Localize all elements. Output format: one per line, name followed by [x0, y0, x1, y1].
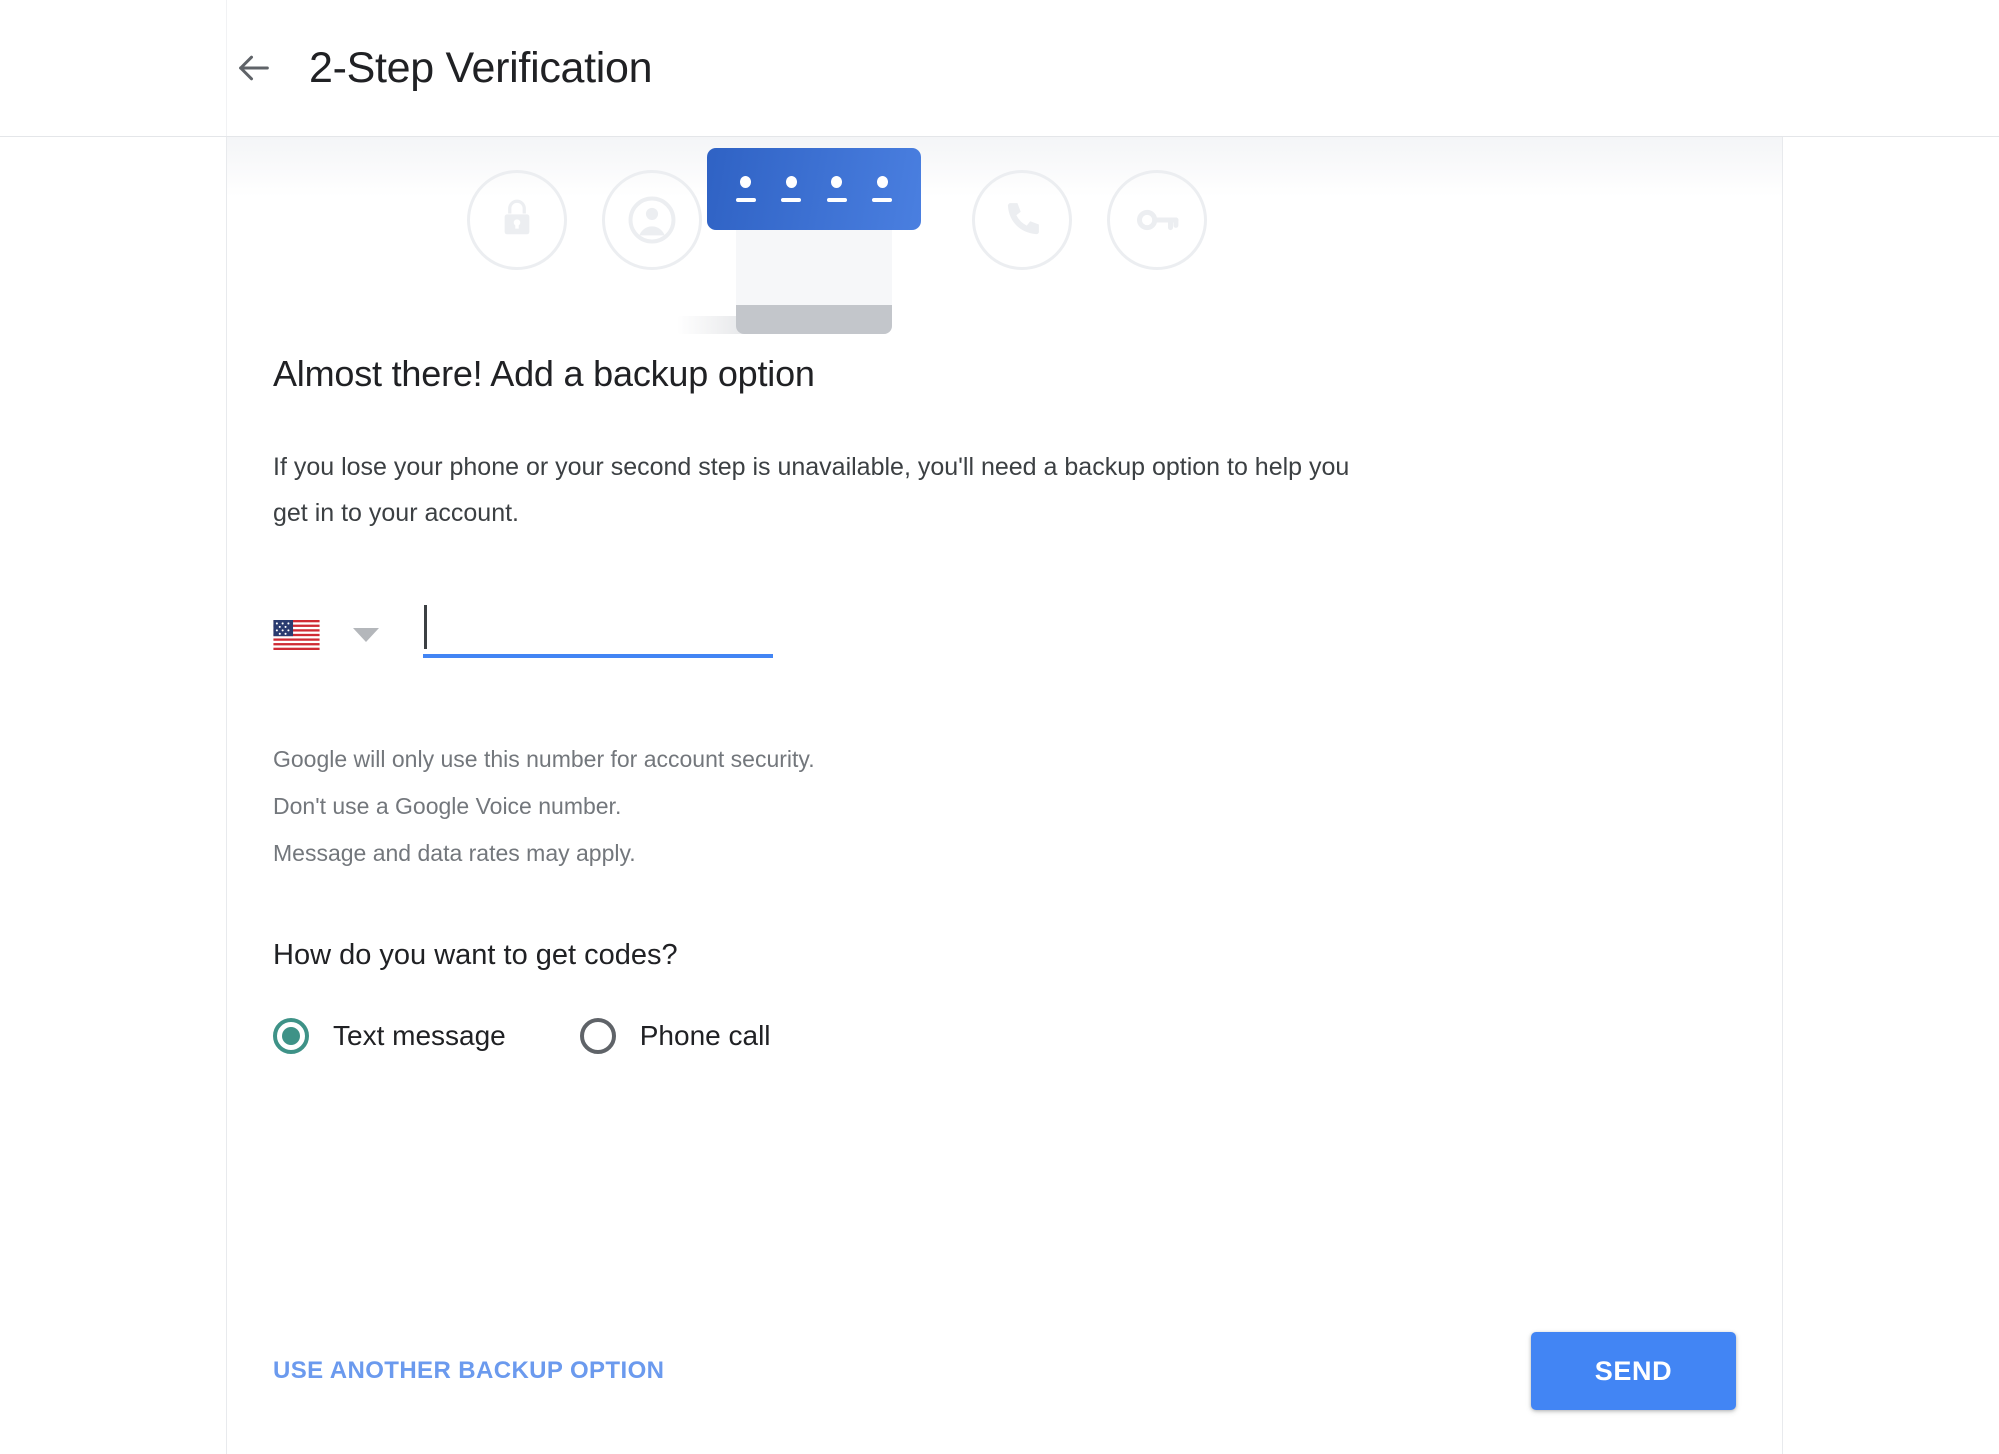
send-button[interactable]: SEND [1531, 1332, 1736, 1410]
helper-line: Google will only use this number for acc… [273, 746, 815, 772]
lock-icon [467, 170, 567, 270]
page-title: 2-Step Verification [309, 43, 653, 92]
phone-number-input[interactable] [423, 602, 773, 652]
phone-number-row [273, 596, 1782, 658]
us-flag-icon [273, 620, 320, 650]
pin-entry-card [707, 148, 921, 230]
main-heading: Almost there! Add a backup option [273, 353, 815, 394]
pin-slot [826, 176, 847, 202]
use-another-backup-option-button[interactable]: USE ANOTHER BACKUP OPTION [273, 1347, 664, 1395]
helper-text-group: Google will only use this number for acc… [273, 736, 1782, 877]
action-bar: USE ANOTHER BACKUP OPTION SEND [273, 1332, 1736, 1410]
app-header: 2-Step Verification [0, 0, 1999, 137]
radio-option-text-message[interactable]: Text message [273, 1018, 506, 1054]
code-delivery-options: Text message Phone call [273, 1018, 1782, 1054]
pin-slot [781, 176, 802, 202]
chevron-down-icon [353, 628, 379, 642]
helper-line: Don't use a Google Voice number. [273, 793, 622, 819]
key-icon [1107, 170, 1207, 270]
phone-base [736, 305, 892, 334]
radio-label: Text message [333, 1020, 506, 1051]
radio-indicator[interactable] [579, 1018, 616, 1054]
content-card: Almost there! Add a backup option If you… [226, 137, 1783, 1454]
pin-code-card [677, 148, 921, 334]
radio-option-phone-call[interactable]: Phone call [579, 1018, 771, 1054]
pin-slot [735, 176, 756, 202]
radio-label: Phone call [639, 1020, 771, 1051]
screen-root: 2-Step Verification Almost there! Add a … [0, 0, 1999, 1454]
helper-line: Message and data rates may apply. [273, 840, 636, 866]
country-code-selector[interactable] [273, 612, 379, 658]
radio-indicator-selected[interactable] [273, 1018, 309, 1054]
intro-text: If you lose your phone or your second st… [273, 453, 1350, 527]
codes-question: How do you want to get codes? [273, 939, 678, 971]
main-content: Almost there! Add a backup option If you… [273, 352, 1782, 1054]
person-icon [602, 170, 702, 270]
pin-slot [872, 176, 893, 202]
back-arrow-icon[interactable] [226, 40, 282, 96]
two-step-illustration [227, 137, 1782, 352]
phone-icon [972, 170, 1072, 270]
phone-number-field[interactable] [423, 602, 773, 658]
